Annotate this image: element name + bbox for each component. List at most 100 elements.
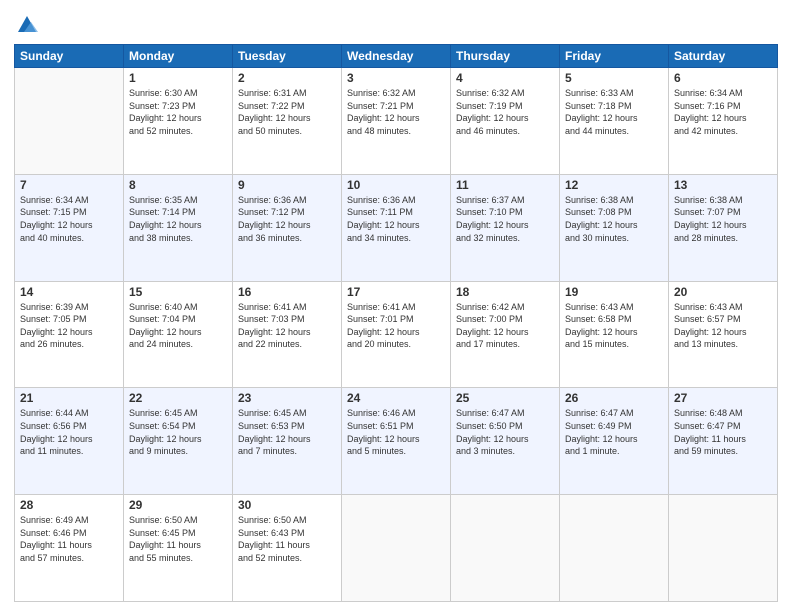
calendar-cell: 16Sunrise: 6:41 AM Sunset: 7:03 PM Dayli… (233, 281, 342, 388)
cell-info: Sunrise: 6:45 AM Sunset: 6:53 PM Dayligh… (238, 407, 336, 457)
calendar-cell (342, 495, 451, 602)
day-number: 8 (129, 178, 227, 192)
day-header-saturday: Saturday (669, 45, 778, 68)
day-number: 17 (347, 285, 445, 299)
calendar-cell (451, 495, 560, 602)
calendar-week-row: 14 Sunrise: 6:39 AM Sunset: 7:05 PM Dayli… (15, 281, 778, 388)
day-number: 9 (238, 178, 336, 192)
day-number: 4 (456, 71, 554, 85)
cell-info: Sunrise: 6:48 AM Sunset: 6:47 PM Dayligh… (674, 407, 772, 457)
cell-info: Sunrise: 6:43 AM Sunset: 6:58 PM Dayligh… (565, 301, 663, 351)
calendar-cell (560, 495, 669, 602)
day-number: 22 (129, 391, 227, 405)
day-number: 3 (347, 71, 445, 85)
day-number: 1 (129, 71, 227, 85)
day-number: 12 (565, 178, 663, 192)
cell-info: Sunrise: 6:41 AM Sunset: 7:01 PM Dayligh… (347, 301, 445, 351)
calendar-week-row: 1Sunrise: 6:30 AM Sunset: 7:23 PM Daylig… (15, 68, 778, 175)
calendar-cell: 26 Sunrise: 6:47 AM Sunset: 6:49 PM Dayli… (560, 388, 669, 495)
calendar-cell: 18 Sunrise: 6:42 AM Sunset: 7:00 PM Dayli… (451, 281, 560, 388)
day-number: 30 (238, 498, 336, 512)
cell-info: Sunrise: 6:47 AM Sunset: 6:50 PM Dayligh… (456, 407, 554, 457)
calendar-cell: 27 Sunrise: 6:48 AM Sunset: 6:47 PM Dayli… (669, 388, 778, 495)
calendar-cell: 9 Sunrise: 6:36 AM Sunset: 7:12 PM Daylig… (233, 174, 342, 281)
calendar-cell: 10 Sunrise: 6:36 AM Sunset: 7:11 PM Dayli… (342, 174, 451, 281)
calendar-cell: 15 Sunrise: 6:40 AM Sunset: 7:04 PM Dayli… (124, 281, 233, 388)
cell-info: Sunrise: 6:36 AM Sunset: 7:12 PM Dayligh… (238, 194, 336, 244)
cell-info: Sunrise: 6:32 AM Sunset: 7:21 PM Dayligh… (347, 87, 445, 137)
cell-info: Sunrise: 6:50 AM Sunset: 6:45 PM Dayligh… (129, 514, 227, 564)
day-number: 26 (565, 391, 663, 405)
calendar-cell: 6 Sunrise: 6:34 AM Sunset: 7:16 PM Daylig… (669, 68, 778, 175)
day-number: 27 (674, 391, 772, 405)
page: SundayMondayTuesdayWednesdayThursdayFrid… (0, 0, 792, 612)
day-header-wednesday: Wednesday (342, 45, 451, 68)
day-number: 11 (456, 178, 554, 192)
cell-info: Sunrise: 6:38 AM Sunset: 7:07 PM Dayligh… (674, 194, 772, 244)
cell-info: Sunrise: 6:50 AM Sunset: 6:43 PM Dayligh… (238, 514, 336, 564)
day-number: 18 (456, 285, 554, 299)
header (14, 10, 778, 36)
calendar-cell: 30 Sunrise: 6:50 AM Sunset: 6:43 PM Dayli… (233, 495, 342, 602)
cell-info: Sunrise: 6:49 AM Sunset: 6:46 PM Dayligh… (20, 514, 118, 564)
calendar-cell: 23Sunrise: 6:45 AM Sunset: 6:53 PM Dayli… (233, 388, 342, 495)
calendar-cell: 17 Sunrise: 6:41 AM Sunset: 7:01 PM Dayli… (342, 281, 451, 388)
logo-icon (16, 14, 38, 36)
calendar-week-row: 7Sunrise: 6:34 AM Sunset: 7:15 PM Daylig… (15, 174, 778, 281)
day-number: 5 (565, 71, 663, 85)
day-number: 16 (238, 285, 336, 299)
day-number: 20 (674, 285, 772, 299)
day-number: 15 (129, 285, 227, 299)
calendar-cell: 14 Sunrise: 6:39 AM Sunset: 7:05 PM Dayli… (15, 281, 124, 388)
calendar-cell: 12 Sunrise: 6:38 AM Sunset: 7:08 PM Dayli… (560, 174, 669, 281)
cell-info: Sunrise: 6:32 AM Sunset: 7:19 PM Dayligh… (456, 87, 554, 137)
cell-info: Sunrise: 6:43 AM Sunset: 6:57 PM Dayligh… (674, 301, 772, 351)
calendar-cell: 2 Sunrise: 6:31 AM Sunset: 7:22 PM Daylig… (233, 68, 342, 175)
calendar-cell: 20 Sunrise: 6:43 AM Sunset: 6:57 PM Dayli… (669, 281, 778, 388)
logo-text (14, 14, 38, 36)
cell-info: Sunrise: 6:37 AM Sunset: 7:10 PM Dayligh… (456, 194, 554, 244)
calendar-cell: 28Sunrise: 6:49 AM Sunset: 6:46 PM Dayli… (15, 495, 124, 602)
cell-info: Sunrise: 6:39 AM Sunset: 7:05 PM Dayligh… (20, 301, 118, 351)
calendar-cell (669, 495, 778, 602)
cell-info: Sunrise: 6:45 AM Sunset: 6:54 PM Dayligh… (129, 407, 227, 457)
cell-info: Sunrise: 6:42 AM Sunset: 7:00 PM Dayligh… (456, 301, 554, 351)
calendar-cell: 1Sunrise: 6:30 AM Sunset: 7:23 PM Daylig… (124, 68, 233, 175)
calendar-cell: 13 Sunrise: 6:38 AM Sunset: 7:07 PM Dayli… (669, 174, 778, 281)
calendar-week-row: 21 Sunrise: 6:44 AM Sunset: 6:56 PM Dayli… (15, 388, 778, 495)
calendar-header-row: SundayMondayTuesdayWednesdayThursdayFrid… (15, 45, 778, 68)
calendar-cell: 22 Sunrise: 6:45 AM Sunset: 6:54 PM Dayli… (124, 388, 233, 495)
day-number: 6 (674, 71, 772, 85)
calendar-cell: 4 Sunrise: 6:32 AM Sunset: 7:19 PM Daylig… (451, 68, 560, 175)
calendar-cell: 29Sunrise: 6:50 AM Sunset: 6:45 PM Dayli… (124, 495, 233, 602)
day-number: 13 (674, 178, 772, 192)
calendar-cell: 11 Sunrise: 6:37 AM Sunset: 7:10 PM Dayli… (451, 174, 560, 281)
calendar-cell: 5 Sunrise: 6:33 AM Sunset: 7:18 PM Daylig… (560, 68, 669, 175)
day-header-sunday: Sunday (15, 45, 124, 68)
day-number: 24 (347, 391, 445, 405)
day-number: 19 (565, 285, 663, 299)
calendar-cell: 3 Sunrise: 6:32 AM Sunset: 7:21 PM Daylig… (342, 68, 451, 175)
day-number: 10 (347, 178, 445, 192)
calendar-week-row: 28Sunrise: 6:49 AM Sunset: 6:46 PM Dayli… (15, 495, 778, 602)
cell-info: Sunrise: 6:33 AM Sunset: 7:18 PM Dayligh… (565, 87, 663, 137)
day-header-monday: Monday (124, 45, 233, 68)
day-number: 14 (20, 285, 118, 299)
cell-info: Sunrise: 6:47 AM Sunset: 6:49 PM Dayligh… (565, 407, 663, 457)
cell-info: Sunrise: 6:44 AM Sunset: 6:56 PM Dayligh… (20, 407, 118, 457)
calendar-cell: 8Sunrise: 6:35 AM Sunset: 7:14 PM Daylig… (124, 174, 233, 281)
day-number: 21 (20, 391, 118, 405)
cell-info: Sunrise: 6:36 AM Sunset: 7:11 PM Dayligh… (347, 194, 445, 244)
cell-info: Sunrise: 6:40 AM Sunset: 7:04 PM Dayligh… (129, 301, 227, 351)
day-number: 2 (238, 71, 336, 85)
day-header-tuesday: Tuesday (233, 45, 342, 68)
cell-info: Sunrise: 6:34 AM Sunset: 7:15 PM Dayligh… (20, 194, 118, 244)
logo (14, 14, 40, 36)
calendar-cell: 7Sunrise: 6:34 AM Sunset: 7:15 PM Daylig… (15, 174, 124, 281)
calendar-cell: 19 Sunrise: 6:43 AM Sunset: 6:58 PM Dayli… (560, 281, 669, 388)
cell-info: Sunrise: 6:31 AM Sunset: 7:22 PM Dayligh… (238, 87, 336, 137)
day-header-thursday: Thursday (451, 45, 560, 68)
cell-info: Sunrise: 6:46 AM Sunset: 6:51 PM Dayligh… (347, 407, 445, 457)
cell-info: Sunrise: 6:34 AM Sunset: 7:16 PM Dayligh… (674, 87, 772, 137)
cell-info: Sunrise: 6:38 AM Sunset: 7:08 PM Dayligh… (565, 194, 663, 244)
